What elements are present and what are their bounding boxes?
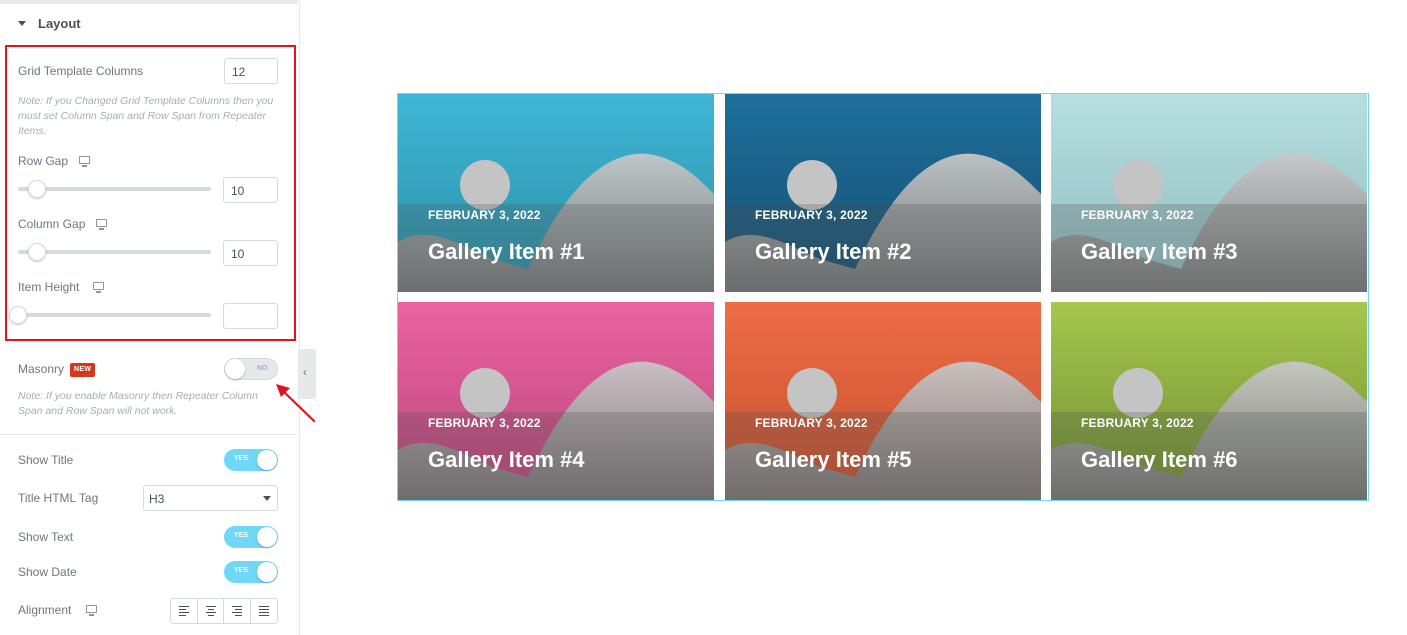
align-left-icon-line [179, 612, 189, 614]
desktop-icon[interactable] [79, 156, 90, 167]
gallery-item[interactable]: FEBRUARY 3, 2022 Gallery Item #3 [1051, 94, 1367, 292]
align-justify-icon-line [258, 609, 269, 611]
show-text-toggle[interactable]: YES [224, 526, 278, 548]
align-center-icon-line [207, 609, 214, 611]
toggle-knob [257, 562, 277, 582]
toggle-knob [257, 527, 277, 547]
toggle-state-text: YES [234, 567, 249, 574]
title-html-tag-select[interactable]: H3 [143, 485, 278, 511]
align-right-icon [232, 606, 242, 608]
column-gap-slider-handle[interactable] [28, 243, 46, 261]
item-height-slider-handle[interactable] [9, 306, 27, 324]
title-html-tag-value: H3 [149, 492, 165, 506]
align-justify-icon [258, 606, 269, 608]
align-right-icon-line [235, 615, 242, 617]
grid-template-columns-label: Grid Template Columns [18, 64, 144, 78]
alignment-control [170, 598, 278, 624]
align-left-icon [179, 606, 189, 608]
align-left-icon-line [179, 609, 186, 611]
column-gap-slider-track[interactable] [18, 250, 211, 254]
item-height-label: Item Height [18, 280, 80, 294]
show-date-toggle[interactable]: YES [224, 561, 278, 583]
desktop-icon[interactable] [93, 282, 104, 293]
show-date-label: Show Date [18, 565, 77, 579]
gallery-item-title: Gallery Item #6 [1081, 447, 1238, 472]
show-text-label: Show Text [18, 530, 74, 544]
align-justify-icon-line [258, 615, 269, 617]
gallery-item[interactable]: FEBRUARY 3, 2022 Gallery Item #6 [1051, 302, 1367, 500]
gallery-item-title: Gallery Item #3 [1081, 239, 1238, 264]
row-gap-slider-handle[interactable] [28, 180, 46, 198]
desktop-icon[interactable] [86, 605, 97, 616]
item-height-slider-track[interactable] [18, 313, 211, 317]
gallery-item-title: Gallery Item #1 [428, 239, 585, 264]
gallery-grid: FEBRUARY 3, 2022 Gallery Item #1 FEBRUARY … [397, 93, 1369, 501]
item-height-input[interactable] [223, 303, 278, 329]
gallery-item[interactable]: FEBRUARY 3, 2022 Gallery Item #2 [725, 94, 1041, 292]
chevron-down-icon [263, 496, 271, 501]
masonry-note: Note: If you enable Masonry then Repeate… [18, 390, 258, 417]
divider [0, 434, 298, 435]
show-title-toggle[interactable]: YES [224, 449, 278, 471]
desktop-icon[interactable] [96, 219, 107, 230]
caret-down-icon [18, 21, 26, 26]
align-left-button[interactable] [171, 599, 198, 623]
align-right-icon-line [232, 612, 242, 614]
layout-section-title: Layout [38, 16, 81, 31]
gallery-item-title: Gallery Item #5 [755, 447, 912, 472]
gallery-item-date: FEBRUARY 3, 2022 [755, 416, 868, 430]
annotation-arrow-icon [276, 384, 316, 423]
toggle-state-text: NO [257, 365, 268, 372]
masonry-label: Masonry [18, 362, 65, 376]
row-gap-input[interactable]: 10 [223, 177, 278, 203]
grid-template-note: Note: If you Changed Grid Template Colum… [18, 95, 274, 137]
gallery-item-date: FEBRUARY 3, 2022 [755, 208, 868, 222]
align-justify-button[interactable] [251, 599, 277, 623]
toggle-knob [225, 359, 245, 379]
align-center-icon-line [205, 612, 216, 614]
column-gap-label: Column Gap [18, 217, 86, 231]
gallery-item-date: FEBRUARY 3, 2022 [428, 208, 541, 222]
gallery-item[interactable]: FEBRUARY 3, 2022 Gallery Item #5 [725, 302, 1041, 500]
gallery-item-title: Gallery Item #2 [755, 239, 912, 264]
column-gap-input[interactable]: 10 [223, 240, 278, 266]
gallery-item[interactable]: FEBRUARY 3, 2022 Gallery Item #1 [398, 94, 714, 292]
align-right-icon-line [235, 609, 242, 611]
layout-section-header[interactable]: Layout [0, 4, 298, 42]
align-center-icon [205, 606, 216, 608]
align-center-button[interactable] [198, 599, 224, 623]
show-title-label: Show Title [18, 453, 74, 467]
editor-panel: Layout Grid Template Columns 12 Note: If… [0, 0, 300, 635]
alignment-label: Alignment [18, 603, 72, 617]
gallery-item-date: FEBRUARY 3, 2022 [1081, 416, 1194, 430]
align-right-button[interactable] [224, 599, 251, 623]
gallery-item-date: FEBRUARY 3, 2022 [428, 416, 541, 430]
toggle-state-text: YES [234, 532, 249, 539]
title-html-tag-label: Title HTML Tag [18, 491, 99, 505]
toggle-state-text: YES [234, 455, 249, 462]
toggle-knob [257, 450, 277, 470]
gallery-item-date: FEBRUARY 3, 2022 [1081, 208, 1194, 222]
grid-template-columns-input[interactable]: 12 [224, 58, 278, 84]
row-gap-label: Row Gap [18, 154, 69, 168]
gallery-item-title: Gallery Item #4 [428, 447, 585, 472]
row-gap-slider-track[interactable] [18, 187, 211, 191]
new-badge: NEW [70, 363, 96, 377]
align-justify-icon-line [258, 612, 269, 614]
align-center-icon-line [207, 615, 214, 617]
gallery-item[interactable]: FEBRUARY 3, 2022 Gallery Item #4 [398, 302, 714, 500]
align-left-icon-line [179, 615, 186, 617]
